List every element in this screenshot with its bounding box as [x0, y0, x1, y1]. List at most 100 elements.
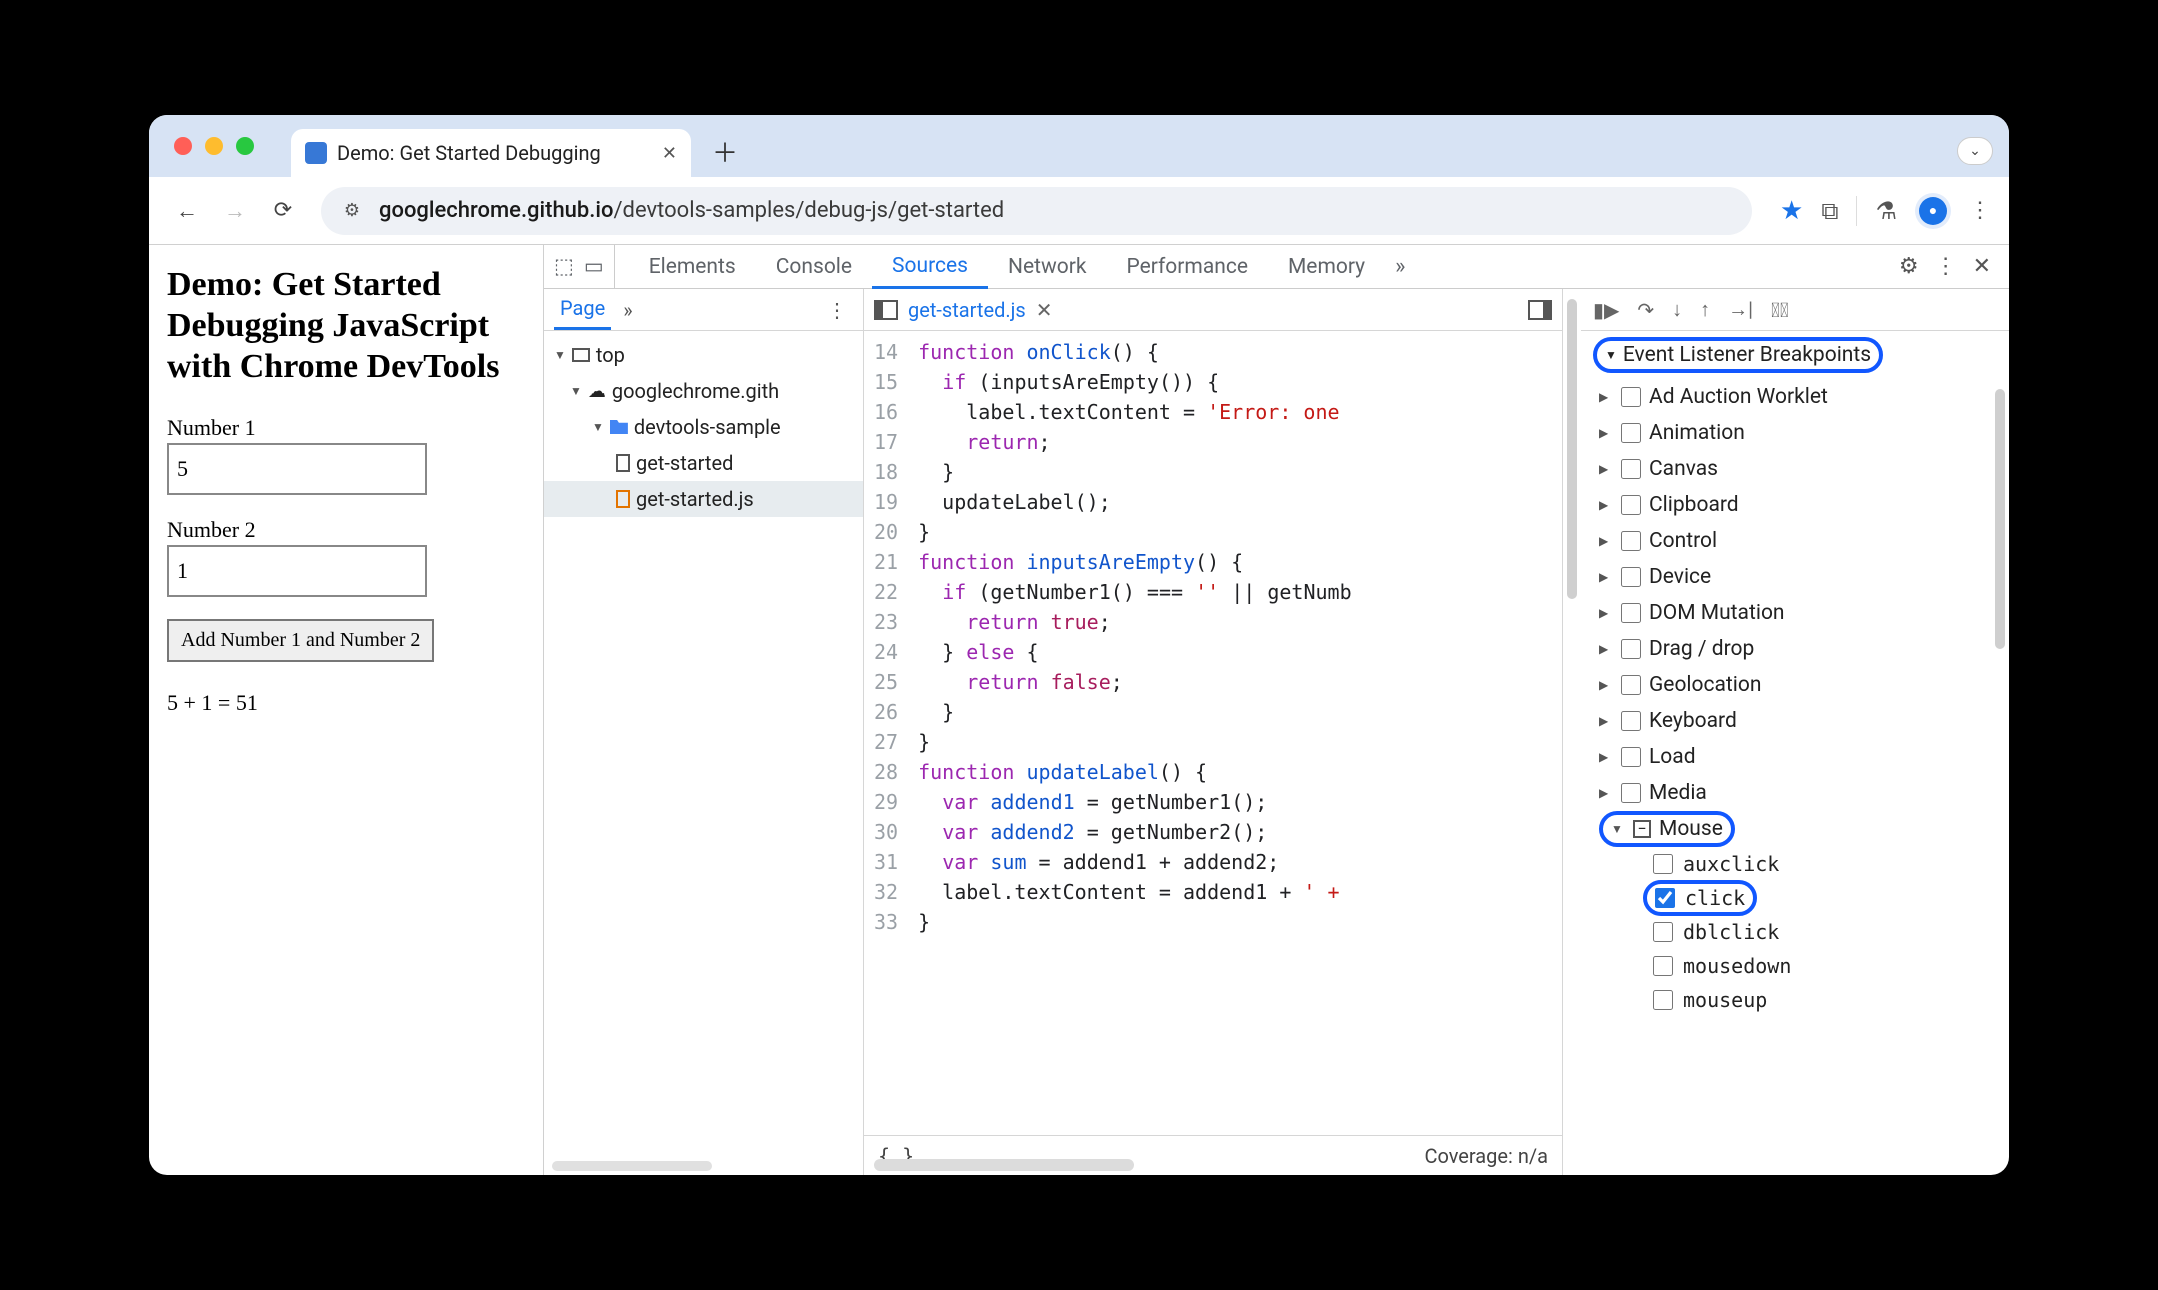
- event-checkbox[interactable]: [1653, 922, 1673, 942]
- tab-sources[interactable]: Sources: [872, 246, 988, 289]
- category-checkbox[interactable]: [1621, 459, 1641, 479]
- browser-toolbar: ← → ⟳ ⚙ googlechrome.github.io/devtools-…: [149, 177, 2009, 245]
- navigator-more-button[interactable]: »: [617, 298, 638, 322]
- toggle-debugger-icon[interactable]: [1528, 300, 1552, 320]
- editor-tab-file[interactable]: get-started.js: [908, 298, 1026, 322]
- event-listener-breakpoints-header[interactable]: ▼ Event Listener Breakpoints: [1581, 331, 2009, 379]
- category-checkbox[interactable]: [1621, 783, 1641, 803]
- event-dblclick[interactable]: dblclick: [1581, 915, 2009, 949]
- step-into-icon[interactable]: ↓: [1672, 297, 1682, 322]
- profile-button[interactable]: ●: [1915, 193, 1951, 229]
- tab-performance[interactable]: Performance: [1106, 245, 1267, 288]
- event-checkbox[interactable]: [1655, 888, 1675, 908]
- category-checkbox[interactable]: [1621, 495, 1641, 515]
- pause-resume-icon[interactable]: ▮▶: [1593, 298, 1619, 322]
- forward-button[interactable]: →: [215, 191, 255, 231]
- tree-file-html[interactable]: get-started: [544, 445, 863, 481]
- back-button[interactable]: ←: [167, 191, 207, 231]
- add-button[interactable]: Add Number 1 and Number 2: [167, 619, 434, 662]
- step-out-icon[interactable]: ↑: [1700, 297, 1710, 322]
- tab-search-button[interactable]: ⌄: [1957, 137, 1993, 165]
- event-checkbox[interactable]: [1653, 956, 1673, 976]
- tree-origin[interactable]: ▼☁googlechrome.gith: [544, 373, 863, 409]
- tab-network[interactable]: Network: [988, 245, 1107, 288]
- extensions-icon[interactable]: ⧉: [1821, 197, 1838, 225]
- editor-tab-close-icon[interactable]: ✕: [1036, 298, 1053, 322]
- devtools-close-icon[interactable]: ✕: [1965, 254, 1999, 279]
- tree-frame-top[interactable]: ▼top: [544, 337, 863, 373]
- deactivate-breakpoints-icon[interactable]: ◇⃠: [1771, 298, 1789, 322]
- devtools-settings-icon[interactable]: ⚙: [1891, 254, 1927, 279]
- navigator-menu-icon[interactable]: ⋮: [821, 298, 853, 322]
- mouse-mixed-checkbox-icon[interactable]: −: [1633, 820, 1651, 838]
- navigator-tab-page[interactable]: Page: [554, 290, 611, 330]
- event-checkbox[interactable]: [1653, 990, 1673, 1010]
- category-media[interactable]: ▶Media: [1581, 775, 2009, 811]
- number2-input[interactable]: [167, 545, 427, 597]
- maximize-window-button[interactable]: [236, 137, 254, 155]
- tab-console[interactable]: Console: [756, 245, 872, 288]
- category-checkbox[interactable]: [1621, 675, 1641, 695]
- number2-label: Number 2: [167, 517, 525, 543]
- category-canvas[interactable]: ▶Canvas: [1581, 451, 2009, 487]
- category-checkbox[interactable]: [1621, 567, 1641, 587]
- category-load[interactable]: ▶Load: [1581, 739, 2009, 775]
- file-tree: ▼top ▼☁googlechrome.gith ▼devtools-sampl…: [544, 331, 863, 1175]
- category-checkbox[interactable]: [1621, 387, 1641, 407]
- right-pane-scrollbar[interactable]: [1995, 389, 2005, 1165]
- new-tab-button[interactable]: ＋: [705, 131, 745, 171]
- editor-v-scrollbar[interactable]: [1563, 289, 1581, 1175]
- number1-label: Number 1: [167, 415, 525, 441]
- event-click[interactable]: click: [1581, 881, 2009, 915]
- category-checkbox[interactable]: [1621, 639, 1641, 659]
- tree-file-js[interactable]: get-started.js: [544, 481, 863, 517]
- category-checkbox[interactable]: [1621, 531, 1641, 551]
- device-toggle-icon[interactable]: ▭: [584, 254, 604, 279]
- more-panels-button[interactable]: »: [1385, 254, 1415, 279]
- browser-tab[interactable]: Demo: Get Started Debugging ✕: [291, 129, 691, 177]
- toggle-navigator-icon[interactable]: [874, 300, 898, 320]
- omnibox[interactable]: ⚙ googlechrome.github.io/devtools-sample…: [321, 187, 1752, 235]
- inspect-element-icon[interactable]: ⬚: [554, 254, 574, 279]
- event-mouseup[interactable]: mouseup: [1581, 983, 2009, 1017]
- category-dom-mutation[interactable]: ▶DOM Mutation: [1581, 595, 2009, 631]
- devtools-menu-icon[interactable]: ⋮: [1927, 254, 1965, 279]
- result-text: 5 + 1 = 51: [167, 690, 525, 716]
- category-keyboard[interactable]: ▶Keyboard: [1581, 703, 2009, 739]
- category-geolocation[interactable]: ▶Geolocation: [1581, 667, 2009, 703]
- category-drag-drop[interactable]: ▶Drag / drop: [1581, 631, 2009, 667]
- navigator-scrollbar[interactable]: [552, 1161, 712, 1171]
- number1-input[interactable]: [167, 443, 427, 495]
- tab-elements[interactable]: Elements: [629, 245, 756, 288]
- minimize-window-button[interactable]: [205, 137, 223, 155]
- browser-menu-button[interactable]: ⋮: [1969, 198, 1991, 223]
- reload-button[interactable]: ⟳: [263, 191, 303, 231]
- editor-h-scrollbar[interactable]: [874, 1159, 1134, 1171]
- tree-folder[interactable]: ▼devtools-sample: [544, 409, 863, 445]
- close-tab-icon[interactable]: ✕: [662, 143, 677, 164]
- close-window-button[interactable]: [174, 137, 192, 155]
- category-checkbox[interactable]: [1621, 711, 1641, 731]
- category-animation[interactable]: ▶Animation: [1581, 415, 2009, 451]
- category-ad-auction-worklet[interactable]: ▶Ad Auction Worklet: [1581, 379, 2009, 415]
- bookmark-star-icon[interactable]: ★: [1780, 196, 1803, 226]
- debugger-toolbar: ▮▶ ↷ ↓ ↑ →| ◇⃠: [1581, 289, 2009, 331]
- category-checkbox[interactable]: [1621, 423, 1641, 443]
- category-clipboard[interactable]: ▶Clipboard: [1581, 487, 2009, 523]
- step-over-icon[interactable]: ↷: [1637, 298, 1654, 322]
- category-checkbox[interactable]: [1621, 747, 1641, 767]
- category-device[interactable]: ▶Device: [1581, 559, 2009, 595]
- code-editor[interactable]: 14 15 16 17 18 19 20 21 22 23 24 25 26 2…: [864, 331, 1562, 1135]
- favicon-icon: [305, 142, 327, 164]
- category-checkbox[interactable]: [1621, 603, 1641, 623]
- profile-avatar-icon: ●: [1919, 197, 1947, 225]
- tab-memory[interactable]: Memory: [1268, 245, 1385, 288]
- experiments-icon[interactable]: ⚗: [1875, 197, 1897, 225]
- event-checkbox[interactable]: [1653, 854, 1673, 874]
- event-mousedown[interactable]: mousedown: [1581, 949, 2009, 983]
- site-settings-icon[interactable]: ⚙: [339, 200, 365, 221]
- step-icon[interactable]: →|: [1728, 297, 1753, 322]
- event-auxclick[interactable]: auxclick: [1581, 847, 2009, 881]
- category-control[interactable]: ▶Control: [1581, 523, 2009, 559]
- category-mouse[interactable]: ▼ − Mouse: [1581, 811, 2009, 847]
